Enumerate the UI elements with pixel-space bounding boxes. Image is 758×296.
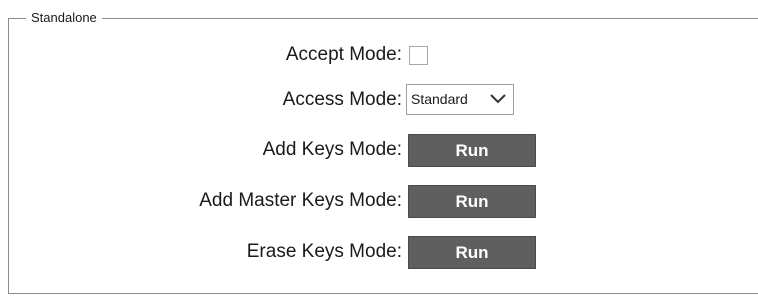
erase-keys-mode-label: Erase Keys Mode: <box>246 241 402 262</box>
chevron-down-icon <box>490 94 506 104</box>
access-mode-value: Standard <box>411 91 468 107</box>
accept-mode-label: Accept Mode: <box>285 44 402 65</box>
add-keys-mode-row: Add Keys Mode: Run <box>0 134 758 167</box>
add-master-keys-mode-label: Add Master Keys Mode: <box>199 190 402 211</box>
add-keys-mode-label: Add Keys Mode: <box>262 139 402 160</box>
access-mode-label: Access Mode: <box>282 89 402 110</box>
add-master-keys-mode-row: Add Master Keys Mode: Run <box>0 185 758 218</box>
add-master-keys-run-button[interactable]: Run <box>408 185 536 218</box>
standalone-legend: Standalone <box>26 10 102 26</box>
access-mode-select[interactable]: Standard <box>406 84 514 115</box>
erase-keys-run-button[interactable]: Run <box>408 236 536 269</box>
accept-mode-row: Accept Mode: <box>0 39 758 71</box>
accept-mode-checkbox[interactable] <box>409 46 428 65</box>
erase-keys-mode-row: Erase Keys Mode: Run <box>0 236 758 269</box>
access-mode-row: Access Mode: Standard <box>0 84 758 116</box>
add-keys-run-button[interactable]: Run <box>408 134 536 167</box>
